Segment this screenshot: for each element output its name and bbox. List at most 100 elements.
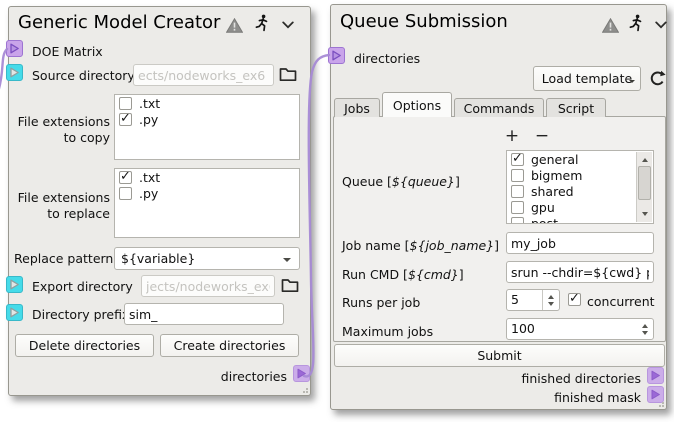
directories-output-label: directories bbox=[159, 369, 287, 384]
directories-input-label: directories bbox=[354, 51, 420, 66]
chevron-down-icon[interactable] bbox=[282, 21, 294, 29]
job-name-field[interactable] bbox=[506, 232, 654, 254]
tab-commands[interactable]: Commands bbox=[454, 98, 544, 117]
resize-grip[interactable] bbox=[301, 386, 308, 393]
ext-copy-list[interactable]: .txt .py bbox=[114, 94, 300, 160]
ext-copy-label: File extensions to copy bbox=[9, 114, 110, 146]
checkbox[interactable] bbox=[511, 169, 524, 182]
run-icon[interactable] bbox=[629, 14, 643, 32]
folder-icon[interactable] bbox=[279, 67, 297, 82]
source-directory-port-icon[interactable] bbox=[6, 64, 23, 81]
directory-prefix-port-icon[interactable] bbox=[6, 304, 23, 321]
concurrent-label: concurrent bbox=[587, 294, 655, 309]
tab-options[interactable]: Options bbox=[382, 92, 452, 117]
maximum-jobs-stepper[interactable]: 100 bbox=[506, 318, 654, 340]
checkbox-label: .py bbox=[139, 112, 158, 127]
tab-jobs[interactable]: Jobs bbox=[334, 98, 380, 117]
concurrent-checkbox[interactable] bbox=[568, 293, 581, 306]
ext-replace-label: File extensions to replace bbox=[9, 190, 110, 222]
checkbox[interactable] bbox=[511, 217, 524, 224]
directory-prefix-label: Directory prefix bbox=[32, 307, 129, 322]
scrollbar-thumb[interactable] bbox=[638, 166, 651, 200]
directories-output-port-icon[interactable] bbox=[293, 365, 310, 382]
checkbox[interactable] bbox=[511, 201, 524, 214]
directories-input-port-icon[interactable] bbox=[328, 47, 345, 64]
step-down-icon[interactable] bbox=[543, 300, 559, 310]
checkbox[interactable] bbox=[511, 185, 524, 198]
remove-button[interactable]: − bbox=[532, 126, 552, 146]
checkbox[interactable] bbox=[119, 113, 132, 126]
finished-directories-label: finished directories bbox=[441, 371, 641, 386]
checkbox-label: bigmem bbox=[531, 168, 582, 183]
checkbox-label: .txt bbox=[139, 170, 160, 185]
scroll-down-icon[interactable] bbox=[637, 209, 652, 222]
tab-label: Script bbox=[558, 101, 594, 116]
queue-list[interactable]: general bigmem shared gpu post bbox=[506, 150, 654, 224]
doe-matrix-label: DOE Matrix bbox=[32, 44, 103, 59]
checkbox[interactable] bbox=[119, 97, 132, 110]
submit-button[interactable]: Submit bbox=[334, 344, 665, 367]
list-item[interactable]: shared bbox=[507, 183, 653, 199]
node-panel-generic-model-creator[interactable]: Generic Model Creator DOE Matrix Source … bbox=[8, 6, 311, 396]
list-item[interactable]: .txt bbox=[115, 95, 299, 111]
doe-matrix-port-icon[interactable] bbox=[6, 40, 23, 57]
source-directory-field[interactable] bbox=[133, 64, 274, 86]
stepper-value: 100 bbox=[507, 319, 637, 339]
step-down-icon[interactable] bbox=[637, 329, 653, 339]
resize-grip[interactable] bbox=[657, 400, 664, 407]
run-cmd-field[interactable] bbox=[506, 261, 654, 283]
run-cmd-label: Run CMD [${cmd}] bbox=[342, 267, 464, 282]
tab-label: Jobs bbox=[344, 101, 370, 116]
runs-per-job-label: Runs per job bbox=[342, 295, 420, 310]
checkbox-label: .txt bbox=[139, 96, 160, 111]
checkbox-label: shared bbox=[531, 184, 574, 199]
load-template-label: Load template bbox=[542, 71, 632, 86]
list-item[interactable]: bigmem bbox=[507, 167, 653, 183]
step-up-icon[interactable] bbox=[637, 319, 653, 329]
checkbox[interactable] bbox=[119, 171, 132, 184]
run-icon[interactable] bbox=[255, 14, 269, 32]
list-item[interactable]: .txt bbox=[115, 169, 299, 185]
menu-arrow-icon bbox=[629, 80, 635, 86]
warning-icon bbox=[226, 18, 243, 33]
delete-directories-button[interactable]: Delete directories bbox=[15, 334, 154, 357]
create-directories-button[interactable]: Create directories bbox=[160, 334, 299, 357]
node-panel-queue-submission[interactable]: Queue Submission directories Load templa… bbox=[330, 4, 667, 410]
checkbox[interactable] bbox=[511, 153, 524, 166]
options-tab-pane: + − Queue [${queue}] general bigmem shar… bbox=[333, 116, 666, 342]
export-directory-port-icon[interactable] bbox=[6, 276, 23, 293]
checkbox-label: .py bbox=[139, 186, 158, 201]
scroll-up-icon[interactable] bbox=[637, 152, 652, 165]
stepper-value: 5 bbox=[507, 290, 542, 310]
step-up-icon[interactable] bbox=[543, 290, 559, 300]
checkbox-label: gpu bbox=[531, 200, 555, 215]
finished-directories-port-icon[interactable] bbox=[647, 367, 664, 384]
page-title: Queue Submission bbox=[340, 11, 508, 32]
checkbox-label: post bbox=[531, 216, 558, 224]
list-item[interactable]: .py bbox=[115, 111, 299, 127]
replace-pattern-dropdown[interactable]: ${variable} bbox=[114, 247, 300, 270]
list-item[interactable]: post bbox=[507, 215, 653, 224]
chevron-down-icon[interactable] bbox=[655, 21, 667, 29]
finished-mask-label: finished mask bbox=[441, 390, 641, 405]
refresh-icon[interactable] bbox=[649, 70, 666, 87]
runs-per-job-stepper[interactable]: 5 bbox=[506, 289, 560, 311]
tab-label: Commands bbox=[464, 101, 535, 116]
add-button[interactable]: + bbox=[502, 126, 522, 146]
source-directory-label: Source directory bbox=[32, 68, 135, 83]
directory-prefix-field[interactable] bbox=[124, 303, 284, 325]
list-item[interactable]: gpu bbox=[507, 199, 653, 215]
warning-icon bbox=[602, 18, 619, 33]
list-item[interactable]: general bbox=[507, 151, 653, 167]
list-item[interactable]: .py bbox=[115, 185, 299, 201]
queue-label: Queue [${queue}] bbox=[342, 174, 460, 189]
chevron-down-icon bbox=[283, 258, 291, 266]
scrollbar[interactable] bbox=[636, 152, 652, 222]
dropdown-value: ${variable} bbox=[121, 251, 195, 266]
folder-icon[interactable] bbox=[281, 278, 299, 293]
tab-script[interactable]: Script bbox=[546, 98, 606, 117]
load-template-button[interactable]: Load template bbox=[533, 66, 641, 91]
ext-replace-list[interactable]: .txt .py bbox=[114, 168, 300, 238]
checkbox[interactable] bbox=[119, 187, 132, 200]
export-directory-field[interactable] bbox=[141, 275, 275, 297]
